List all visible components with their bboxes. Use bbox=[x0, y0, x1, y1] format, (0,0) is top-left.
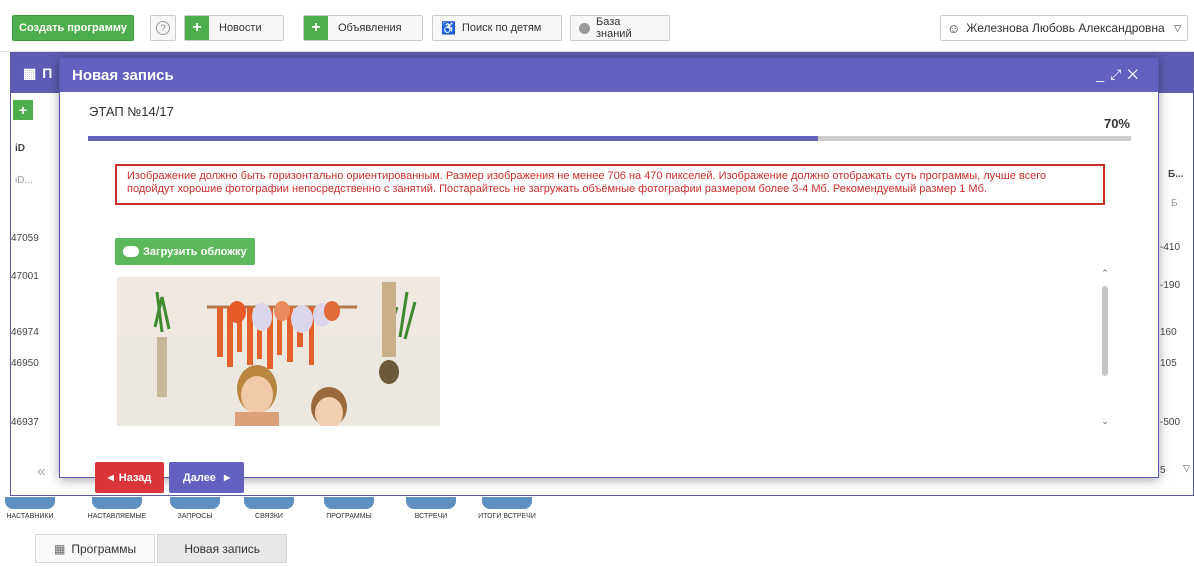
nav-label: НАСТАВНИКИ bbox=[6, 513, 54, 520]
back-button[interactable]: ◀ Назад bbox=[95, 462, 164, 493]
progress-bar bbox=[88, 136, 1131, 141]
cloud-upload-icon bbox=[123, 246, 139, 257]
help-button[interactable]: ? bbox=[150, 15, 176, 41]
tab-label: Программы bbox=[71, 541, 137, 556]
caret-right-icon: ▶ bbox=[223, 473, 231, 482]
modal-header: Новая запись bbox=[60, 58, 1158, 92]
knowledge-base-label: База знаний bbox=[596, 16, 632, 40]
nav-label: ПРОГРАММЫ bbox=[326, 513, 372, 520]
row-value: 160 bbox=[1160, 327, 1177, 338]
row-id[interactable]: 46937 bbox=[11, 417, 39, 428]
meeting-results-icon bbox=[482, 497, 532, 509]
row-id[interactable]: 46950 bbox=[11, 358, 39, 369]
announcements-button[interactable]: + Объявления bbox=[303, 15, 423, 41]
plus-icon: + bbox=[304, 16, 328, 40]
links-icon bbox=[244, 497, 294, 509]
tab-label: Новая запись bbox=[184, 541, 261, 556]
window-controls: _⤢✕ bbox=[1096, 66, 1144, 83]
bottom-nav: НАСТАВНИКИ НАСТАВЛЯЕМЫЕ ЗАПРОСЫ СВЯЗКИ П… bbox=[0, 497, 1194, 527]
row-value: -410 bbox=[1160, 242, 1181, 253]
step-title: ЭТАП №14/17 bbox=[89, 104, 174, 119]
child-search-button[interactable]: ♿ Поиск по детям bbox=[432, 15, 562, 41]
column-header-id[interactable]: iD bbox=[15, 143, 25, 154]
nav-programs[interactable]: ПРОГРАММЫ bbox=[320, 497, 378, 520]
back-label: Назад bbox=[118, 471, 152, 484]
news-button[interactable]: + Новости bbox=[184, 15, 284, 41]
scroll-down-icon[interactable]: ⌄ bbox=[1098, 416, 1112, 428]
modal-scrollbar[interactable]: ⌃ ⌄ bbox=[1098, 268, 1112, 428]
filter-right-input[interactable]: Б bbox=[1171, 198, 1178, 209]
nav-requests[interactable]: ЗАПРОСЫ bbox=[168, 497, 222, 520]
nav-mentees[interactable]: НАСТАВЛЯЕМЫЕ bbox=[86, 497, 148, 520]
error-message: Изображение должно быть горизонтально ор… bbox=[115, 164, 1105, 205]
nav-label: ИТОГИ ВСТРЕЧИ bbox=[478, 513, 536, 520]
row-id[interactable]: 47001 bbox=[11, 271, 39, 282]
knowledge-base-button[interactable]: База знаний bbox=[570, 15, 670, 41]
scroll-up-icon[interactable]: ⌃ bbox=[1098, 268, 1112, 280]
upload-cover-label: Загрузить обложку bbox=[143, 245, 247, 258]
scroll-thumb[interactable] bbox=[1102, 286, 1108, 376]
create-program-label: Создать программу bbox=[19, 22, 128, 34]
announcements-label: Объявления bbox=[338, 22, 402, 34]
nav-label: НАСТАВЛЯЕМЫЕ bbox=[87, 513, 147, 520]
row-id[interactable]: 46974 bbox=[11, 327, 39, 338]
pager-page[interactable]: 5 bbox=[1160, 465, 1166, 476]
programs-window-title: П bbox=[42, 65, 53, 81]
window-tabs: ▦ Программы Новая запись bbox=[35, 534, 288, 563]
user-menu[interactable]: ☺ Железнова Любовь Александровна ▽ bbox=[940, 15, 1188, 41]
nav-meeting-results[interactable]: ИТОГИ ВСТРЕЧИ bbox=[474, 497, 540, 520]
tab-programs[interactable]: ▦ Программы bbox=[35, 534, 156, 563]
maximize-icon[interactable]: ⤢ bbox=[1110, 66, 1127, 82]
nav-links[interactable]: СВЯЗКИ bbox=[242, 497, 296, 520]
next-button[interactable]: Далее ▶ bbox=[169, 462, 244, 493]
mentees-icon bbox=[92, 497, 142, 509]
nav-label: ЗАПРОСЫ bbox=[177, 513, 213, 520]
top-toolbar: Создать программу ? + Новости + Объявлен… bbox=[0, 0, 1194, 52]
new-record-modal: Новая запись _⤢✕ ЭТАП №14/17 70% Изображ… bbox=[59, 57, 1159, 493]
row-id[interactable]: 47059 bbox=[11, 233, 39, 244]
calendar-icon: ▦ bbox=[23, 64, 37, 81]
row-value: -500 bbox=[1160, 417, 1181, 428]
knowledge-base-icon bbox=[579, 22, 590, 34]
nav-label: ВСТРЕЧИ bbox=[414, 513, 448, 520]
add-record-button[interactable]: + bbox=[13, 100, 33, 120]
close-icon[interactable]: ✕ bbox=[1127, 66, 1144, 82]
progress-fill bbox=[88, 136, 819, 141]
calendar-icon: ▦ bbox=[54, 541, 66, 556]
tab-new-record[interactable]: Новая запись bbox=[157, 534, 288, 563]
programs-icon bbox=[324, 497, 374, 509]
news-label: Новости bbox=[219, 22, 262, 34]
row-value: -190 bbox=[1160, 280, 1181, 291]
row-value: 105 bbox=[1160, 358, 1177, 369]
modal-title: Новая запись bbox=[72, 66, 174, 84]
user-icon: ☺ bbox=[947, 20, 961, 36]
filter-id-input[interactable]: iD... bbox=[15, 175, 33, 186]
next-label: Далее bbox=[182, 471, 216, 484]
pager-prev-button[interactable]: « bbox=[37, 463, 46, 481]
meetings-icon bbox=[406, 497, 456, 509]
cover-image-preview bbox=[117, 277, 440, 426]
upload-cover-button[interactable]: Загрузить обложку bbox=[115, 238, 255, 265]
requests-icon bbox=[170, 497, 220, 509]
child-icon: ♿ bbox=[441, 21, 456, 35]
mentors-icon bbox=[5, 497, 55, 509]
caret-left-icon: ◀ bbox=[107, 473, 114, 482]
child-search-label: Поиск по детям bbox=[461, 22, 542, 34]
minimize-icon[interactable]: _ bbox=[1096, 66, 1110, 82]
nav-meetings[interactable]: ВСТРЕЧИ bbox=[404, 497, 458, 520]
column-header-right[interactable]: Б... bbox=[1168, 169, 1184, 180]
nav-mentors[interactable]: НАСТАВНИКИ bbox=[4, 497, 56, 520]
progress-percent: 70% bbox=[1103, 116, 1130, 131]
user-name: Железнова Любовь Александровна bbox=[966, 21, 1165, 35]
nav-label: СВЯЗКИ bbox=[255, 513, 283, 520]
chevron-down-icon[interactable]: ▽ bbox=[1183, 463, 1190, 474]
plus-icon: + bbox=[185, 16, 209, 40]
error-text: Изображение должно быть горизонтально ор… bbox=[127, 170, 1047, 195]
chevron-down-icon: ▽ bbox=[1174, 22, 1181, 33]
question-circle-icon: ? bbox=[156, 21, 170, 35]
create-program-button[interactable]: Создать программу bbox=[12, 15, 135, 41]
